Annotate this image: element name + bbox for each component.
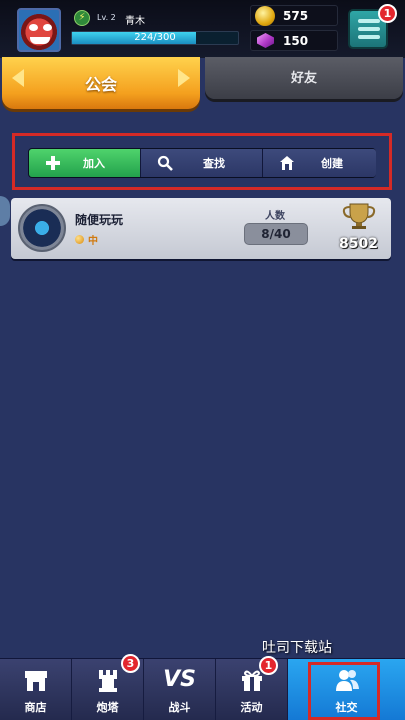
watermark: 吐司下载站 [262, 640, 332, 656]
side-handle[interactable] [0, 196, 10, 226]
guild-emblem-icon [18, 204, 66, 252]
xp-progress-text: 224/300 [134, 32, 176, 43]
coin-counter[interactable]: 575 [250, 5, 338, 26]
nav-event-label: 活动 [240, 701, 263, 714]
trophy-icon [342, 203, 376, 229]
player-avatar[interactable] [17, 8, 61, 52]
tab-friends-label: 好友 [290, 71, 317, 86]
event-notification-badge: 1 [259, 656, 278, 675]
menu-notification-badge: 1 [378, 4, 397, 23]
nav-shop[interactable]: 商店 [0, 659, 72, 720]
tab-friends[interactable]: 好友 [205, 57, 403, 99]
tab-guild[interactable]: 公会 [2, 57, 200, 109]
player-name: 青木 [125, 16, 145, 27]
members-count: 8/40 [244, 223, 308, 245]
guild-name: 随便玩玩 [75, 213, 124, 227]
guild-rank: 中 [88, 236, 98, 247]
guild-trophies: 8502 [339, 236, 378, 252]
vs-icon: VS [163, 667, 196, 692]
tower-notification-badge: 3 [121, 654, 140, 673]
nav-battle[interactable]: VS 战斗 [144, 659, 216, 720]
level-label: Lv. 2 [97, 13, 116, 22]
tab-guild-label: 公会 [84, 75, 117, 94]
nav-battle-label: 战斗 [168, 701, 191, 714]
level-icon: ⚡ [74, 10, 90, 26]
action-bar-highlight [12, 133, 392, 190]
chevron-right-icon [178, 69, 190, 87]
gem-value: 150 [283, 34, 309, 48]
nav-shop-label: 商店 [24, 701, 47, 714]
guild-list-item[interactable]: 随便玩玩 中 人数 8/40 8502 [11, 198, 391, 259]
top-bar: ⚡ Lv. 2 青木 224/300 575 150 1 [0, 0, 405, 58]
social-highlight [308, 662, 380, 720]
gem-icon [257, 33, 274, 48]
nav-tower-label: 炮塔 [96, 701, 119, 714]
coin-icon [255, 6, 275, 26]
members-label: 人数 [265, 211, 285, 222]
tower-icon [98, 670, 117, 692]
rank-medal-icon [75, 235, 84, 244]
coin-value: 575 [283, 9, 309, 23]
shop-icon [24, 671, 47, 691]
gem-counter[interactable]: 150 [250, 30, 338, 51]
xp-progress-bar: 224/300 [71, 31, 239, 45]
